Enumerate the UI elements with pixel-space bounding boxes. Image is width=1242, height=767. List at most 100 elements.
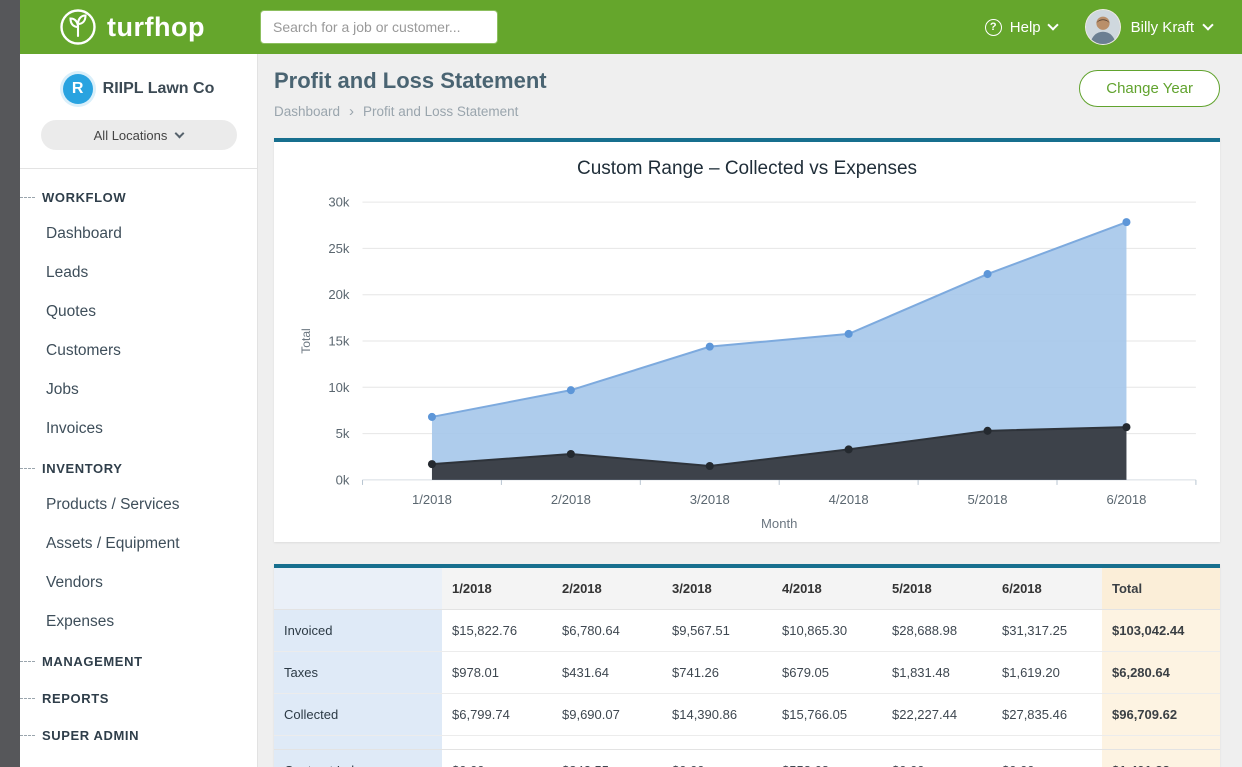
chevron-down-icon (1047, 19, 1058, 30)
chart-title: Custom Range – Collected vs Expenses (284, 158, 1210, 180)
table-body: Invoiced$15,822.76$6,780.64$9,567.51$10,… (274, 610, 1220, 767)
tree-dash-icon (20, 735, 35, 736)
breadcrumb: Dashboard › Profit and Loss Statement (274, 103, 547, 120)
sidebar-section-reports: REPORTS (20, 678, 257, 715)
table-cell: $0.00 (992, 750, 1102, 767)
svg-text:4/2018: 4/2018 (829, 492, 869, 507)
help-label: Help (1010, 19, 1041, 36)
help-icon: ? (985, 19, 1002, 36)
sidebar-item-assets-equipment[interactable]: Assets / Equipment (20, 524, 257, 563)
spacer-cell (552, 736, 662, 750)
sidebar-section-label: SUPER ADMIN (42, 728, 139, 743)
svg-text:Total: Total (299, 328, 313, 353)
table-row-taxes: Taxes$978.01$431.64$741.26$679.05$1,831.… (274, 652, 1220, 694)
sidebar-section-label: WORKFLOW (42, 190, 126, 205)
sidebar-item-expenses[interactable]: Expenses (20, 602, 257, 641)
chart-card: Custom Range – Collected vs Expenses 0k 5… (274, 138, 1220, 542)
tree-dash-icon (20, 661, 35, 662)
svg-text:0k: 0k (336, 472, 350, 487)
pl-chart-svg: 0k5k10k15k20k25k30k1/20182/20183/20184/2… (284, 186, 1210, 536)
row-total: $1,401.23 (1102, 750, 1220, 767)
page-title: Profit and Loss Statement (274, 68, 547, 94)
spacer-cell (442, 736, 552, 750)
table-cell: $9,690.07 (552, 694, 662, 736)
svg-text:5/2018: 5/2018 (968, 492, 1008, 507)
row-total: $6,280.64 (1102, 652, 1220, 694)
sidebar-nav: WORKFLOW DashboardLeadsQuotesCustomersJob… (20, 169, 257, 752)
sidebar-item-products-services[interactable]: Products / Services (20, 485, 257, 524)
table-cell: $0.00 (442, 750, 552, 767)
table-cell: $431.64 (552, 652, 662, 694)
svg-text:5k: 5k (336, 426, 350, 441)
breadcrumb-current: Profit and Loss Statement (363, 104, 518, 119)
page-header: Profit and Loss Statement Dashboard › Pr… (274, 68, 1220, 120)
sidebar-item-jobs[interactable]: Jobs (20, 370, 257, 409)
sidebar-section-label: INVENTORY (42, 461, 123, 476)
chevron-down-icon (175, 128, 185, 138)
svg-text:30k: 30k (328, 195, 350, 210)
svg-text:1/2018: 1/2018 (412, 492, 452, 507)
table-col-1-2018: 1/2018 (442, 568, 552, 610)
sidebar-item-invoices[interactable]: Invoices (20, 409, 257, 448)
spacer-cell (992, 736, 1102, 750)
sidebar-item-leads[interactable]: Leads (20, 253, 257, 292)
svg-text:15k: 15k (328, 334, 350, 349)
spacer-cell (662, 736, 772, 750)
sidebar-item-dashboard[interactable]: Dashboard (20, 214, 257, 253)
table-cell: $28,688.98 (882, 610, 992, 652)
location-label: All Locations (94, 128, 168, 143)
spacer-cell (772, 736, 882, 750)
sidebar: R RIIPL Lawn Co All Locations WORKFLOW Da… (20, 54, 258, 767)
sidebar-section-label: MANAGEMENT (42, 654, 143, 669)
table-cell: $22,227.44 (882, 694, 992, 736)
table-cell: $6,799.74 (442, 694, 552, 736)
table-row-invoiced: Invoiced$15,822.76$6,780.64$9,567.51$10,… (274, 610, 1220, 652)
table-row-collected: Collected$6,799.74$9,690.07$14,390.86$15… (274, 694, 1220, 736)
sidebar-item-vendors[interactable]: Vendors (20, 563, 257, 602)
spacer-cell (274, 736, 442, 750)
table-cell: $1,619.20 (992, 652, 1102, 694)
sidebar-item-quotes[interactable]: Quotes (20, 292, 257, 331)
location-selector[interactable]: All Locations (41, 120, 237, 150)
table-col-5-2018: 5/2018 (882, 568, 992, 610)
table-cell: $14,390.86 (662, 694, 772, 736)
tree-dash-icon (20, 468, 35, 469)
company-badge: R (63, 74, 93, 104)
row-label: Collected (274, 694, 442, 736)
table-cell: $15,766.05 (772, 694, 882, 736)
row-label: Contract Labor (274, 750, 442, 767)
search-input[interactable] (260, 10, 498, 44)
app-root: turfhop ? Help (0, 0, 1242, 767)
brand-logo[interactable]: turfhop (20, 7, 258, 47)
table-col-2-2018: 2/2018 (552, 568, 662, 610)
svg-text:25k: 25k (328, 241, 350, 256)
row-total: $103,042.44 (1102, 610, 1220, 652)
breadcrumb-dashboard[interactable]: Dashboard (274, 104, 340, 119)
table-col-3-2018: 3/2018 (662, 568, 772, 610)
table-cell: $31,317.25 (992, 610, 1102, 652)
row-label: Taxes (274, 652, 442, 694)
table-cell: $10,865.30 (772, 610, 882, 652)
company-selector[interactable]: R RIIPL Lawn Co (20, 54, 257, 104)
row-total: $96,709.62 (1102, 694, 1220, 736)
table-col-6-2018: 6/2018 (992, 568, 1102, 610)
sidebar-section-super-admin: SUPER ADMIN (20, 715, 257, 752)
turfhop-logo-icon (58, 7, 98, 47)
table-cell: $27,835.46 (992, 694, 1102, 736)
user-menu[interactable]: Billy Kraft (1085, 9, 1212, 45)
svg-text:2/2018: 2/2018 (551, 492, 591, 507)
svg-text:20k: 20k (328, 287, 350, 302)
sidebar-item-customers[interactable]: Customers (20, 331, 257, 370)
table-cell: $1,831.48 (882, 652, 992, 694)
svg-text:10k: 10k (328, 380, 350, 395)
change-year-button[interactable]: Change Year (1079, 70, 1220, 107)
table-header-row: 1/20182/20183/20184/20185/20186/2018Tota… (274, 568, 1220, 610)
help-menu[interactable]: ? Help (985, 19, 1057, 36)
table-col-4-2018: 4/2018 (772, 568, 882, 610)
main-content: Profit and Loss Statement Dashboard › Pr… (258, 54, 1242, 767)
table-cell: $842.55 (552, 750, 662, 767)
topbar-right: ? Help Billy Kraft (985, 9, 1242, 45)
table-col-row-label (274, 568, 442, 610)
table-cell: $6,780.64 (552, 610, 662, 652)
spacer-cell (1102, 736, 1220, 750)
